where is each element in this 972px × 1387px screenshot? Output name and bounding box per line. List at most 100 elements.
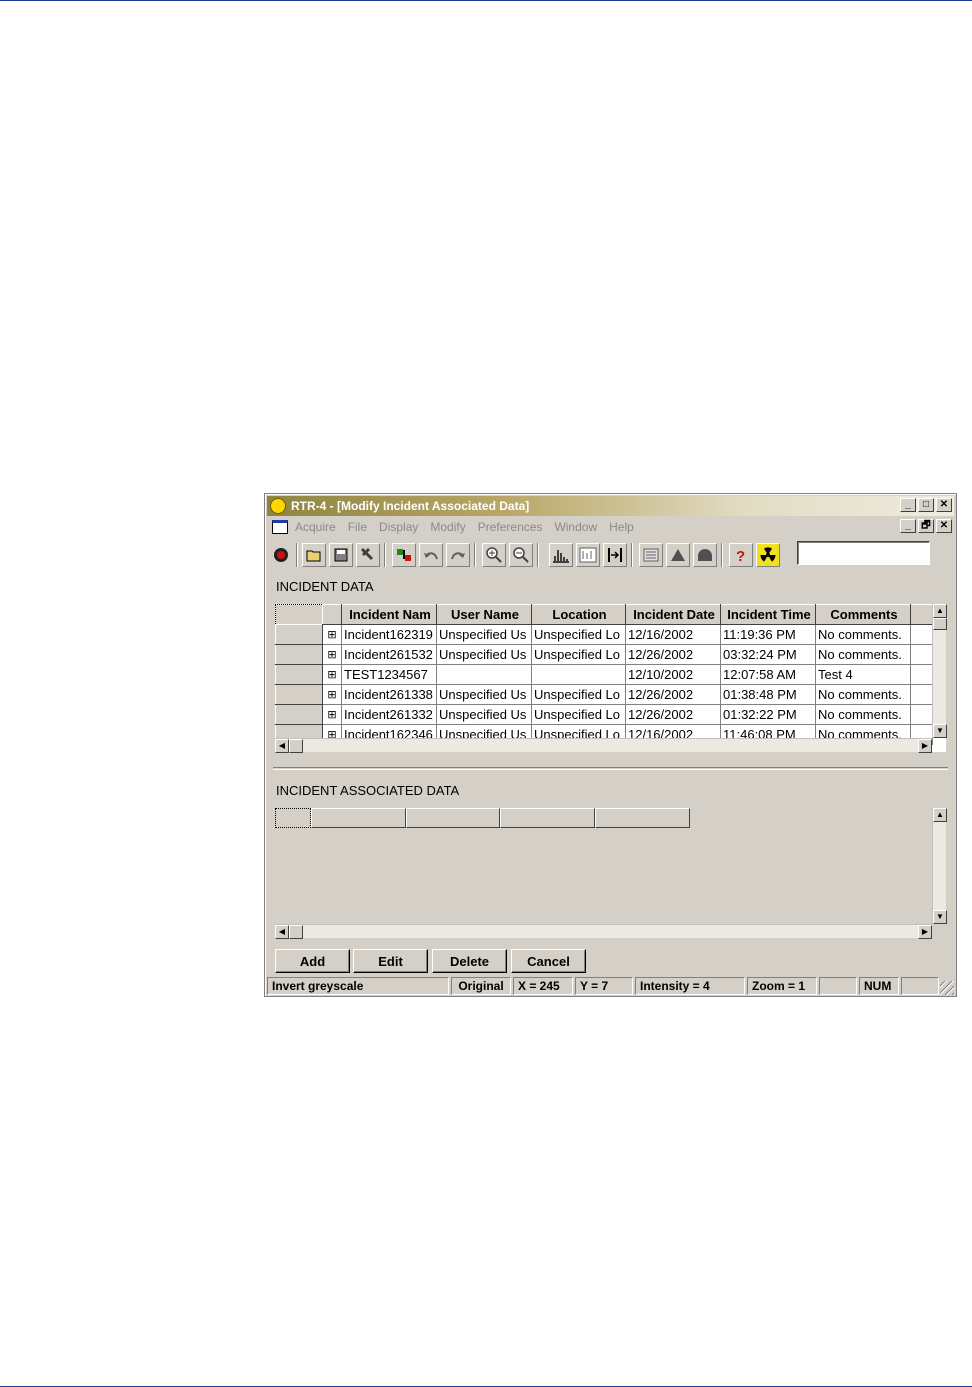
cell-location[interactable]: Unspecified Lo	[531, 644, 626, 665]
menu-help[interactable]: Help	[609, 520, 634, 534]
scroll-left-button[interactable]: ◀	[275, 925, 289, 939]
column-header[interactable]	[500, 808, 595, 828]
expand-row-icon[interactable]: ⊞	[322, 684, 342, 705]
cell-incident-name[interactable]: Incident261338	[341, 684, 437, 705]
cell-comments[interactable]: No comments.	[815, 704, 911, 725]
delete-button[interactable]: Delete	[432, 949, 507, 973]
row-header[interactable]	[275, 664, 323, 685]
incident-vertical-scrollbar[interactable]: ▲ ▼	[932, 604, 947, 738]
incident-horizontal-scrollbar[interactable]: ◀ ▶	[275, 738, 932, 753]
column-header[interactable]	[311, 808, 406, 828]
child-minimize-button[interactable]: _	[900, 519, 916, 533]
column-header[interactable]	[406, 808, 500, 828]
cell-incident-time[interactable]: 01:38:48 PM	[720, 684, 816, 705]
menu-window[interactable]: Window	[554, 520, 597, 534]
table-row[interactable]: ⊞ TEST1234567 12/10/2002 12:07:58 AM Tes…	[275, 664, 933, 685]
histogram-icon[interactable]	[549, 543, 573, 567]
menu-acquire[interactable]: Acquire	[295, 520, 336, 534]
cell-location[interactable]	[531, 664, 626, 685]
close-button[interactable]: ✕	[936, 498, 952, 512]
child-restore-button[interactable]: 🗗	[918, 519, 934, 533]
scroll-left-button[interactable]: ◀	[275, 739, 289, 753]
row-header[interactable]	[275, 704, 323, 725]
cell-incident-name[interactable]: Incident261332	[341, 704, 437, 725]
scroll-up-button[interactable]: ▲	[933, 808, 947, 822]
menu-preferences[interactable]: Preferences	[478, 520, 543, 534]
table-row[interactable]: ⊞ Incident162319 Unspecified Us Unspecif…	[275, 624, 933, 645]
column-header-comments[interactable]: Comments	[815, 604, 911, 625]
add-button[interactable]: Add	[275, 949, 350, 973]
cell-location[interactable]: Unspecified Lo	[531, 624, 626, 645]
cell-user-name[interactable]: Unspecified Us	[436, 644, 532, 665]
cell-incident-date[interactable]: 12/10/2002	[625, 664, 721, 685]
radiation-icon[interactable]	[756, 543, 780, 567]
cell-incident-time[interactable]: 01:32:22 PM	[720, 704, 816, 725]
column-header-incident-time[interactable]: Incident Time	[720, 604, 816, 625]
cell-incident-name[interactable]: TEST1234567	[341, 664, 437, 685]
toolbar-input[interactable]	[797, 541, 930, 565]
expand-row-icon[interactable]: ⊞	[322, 624, 342, 645]
table-row[interactable]: ⊞ Incident261332 Unspecified Us Unspecif…	[275, 704, 933, 725]
cell-incident-time[interactable]: 12:07:58 AM	[720, 664, 816, 685]
save-icon[interactable]	[329, 543, 353, 567]
scroll-thumb[interactable]	[933, 618, 947, 630]
edit-button[interactable]: Edit	[353, 949, 428, 973]
menu-file[interactable]: File	[348, 520, 367, 534]
cell-incident-date[interactable]: 12/16/2002	[625, 624, 721, 645]
help-icon[interactable]: ?	[729, 543, 753, 567]
resize-grip[interactable]	[940, 981, 954, 995]
cell-incident-time[interactable]: 11:19:36 PM	[720, 624, 816, 645]
cell-user-name[interactable]: Unspecified Us	[436, 704, 532, 725]
cell-incident-name[interactable]: Incident261532	[341, 644, 437, 665]
cell-comments[interactable]: No comments.	[815, 684, 911, 705]
scroll-right-button[interactable]: ▶	[918, 739, 932, 753]
row-header[interactable]	[275, 644, 323, 665]
grid-corner[interactable]	[275, 808, 311, 828]
menu-modify[interactable]: Modify	[430, 520, 465, 534]
scroll-thumb[interactable]	[289, 925, 303, 939]
expand-row-icon[interactable]: ⊞	[322, 704, 342, 725]
scroll-thumb[interactable]	[289, 739, 303, 753]
row-header[interactable]	[275, 684, 323, 705]
cancel-button[interactable]: Cancel	[511, 949, 586, 973]
title-bar[interactable]: RTR-4 - [Modify Incident Associated Data…	[267, 496, 954, 516]
zoom-in-icon[interactable]	[482, 543, 506, 567]
table-row[interactable]: ⊞ Incident261338 Unspecified Us Unspecif…	[275, 684, 933, 705]
document-window-icon[interactable]	[272, 520, 288, 534]
cell-user-name[interactable]: Unspecified Us	[436, 684, 532, 705]
minimize-button[interactable]: _	[900, 498, 916, 512]
display-icon[interactable]	[639, 543, 663, 567]
cell-user-name[interactable]: Unspecified Us	[436, 624, 532, 645]
cell-incident-date[interactable]: 12/26/2002	[625, 704, 721, 725]
cell-comments[interactable]: No comments.	[815, 624, 911, 645]
expand-row-icon[interactable]: ⊞	[322, 664, 342, 685]
cell-comments[interactable]: No comments.	[815, 644, 911, 665]
scroll-down-button[interactable]: ▼	[933, 724, 947, 738]
cell-comments[interactable]: Test 4	[815, 664, 911, 685]
scroll-down-button[interactable]: ▼	[933, 910, 947, 924]
compare-icon[interactable]	[392, 543, 416, 567]
triangle-icon[interactable]	[666, 543, 690, 567]
cell-user-name[interactable]	[436, 664, 532, 685]
column-header-location[interactable]: Location	[531, 604, 626, 625]
dome-icon[interactable]	[693, 543, 717, 567]
cell-incident-name[interactable]: Incident162319	[341, 624, 437, 645]
open-folder-icon[interactable]	[302, 543, 326, 567]
record-icon[interactable]	[269, 543, 293, 567]
column-header[interactable]	[595, 808, 690, 828]
fit-icon[interactable]	[603, 543, 627, 567]
column-header-incident-date[interactable]: Incident Date	[625, 604, 721, 625]
row-header[interactable]	[275, 624, 323, 645]
column-header-incident-name[interactable]: Incident Nam	[341, 604, 437, 625]
associated-horizontal-scrollbar[interactable]: ◀ ▶	[275, 924, 932, 939]
column-header-user-name[interactable]: User Name	[436, 604, 532, 625]
table-row[interactable]: ⊞ Incident261532 Unspecified Us Unspecif…	[275, 644, 933, 665]
maximize-button[interactable]: □	[918, 498, 934, 512]
cell-incident-date[interactable]: 12/26/2002	[625, 644, 721, 665]
zoom-out-icon[interactable]	[509, 543, 533, 567]
cell-location[interactable]: Unspecified Lo	[531, 704, 626, 725]
child-close-button[interactable]: ✕	[936, 519, 952, 533]
cell-incident-date[interactable]: 12/26/2002	[625, 684, 721, 705]
info-icon[interactable]	[576, 543, 600, 567]
cell-incident-time[interactable]: 03:32:24 PM	[720, 644, 816, 665]
